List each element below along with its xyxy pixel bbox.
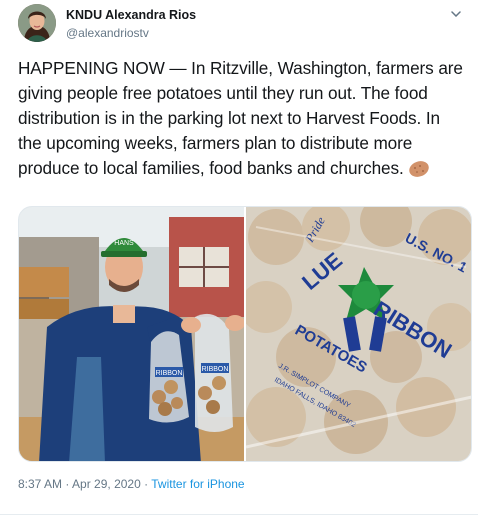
profile-photo-icon [18, 4, 56, 42]
tweet-body: HAPPENING NOW — In Ritzville, Washington… [18, 58, 463, 178]
bag-brand-text-left: RIBBON [156, 370, 183, 377]
bag-brand-text-right: RIBBON [202, 366, 229, 373]
farmer-holding-potato-bags-photo-icon: HANS RIBBON RIBBON [19, 207, 244, 461]
author-display-name[interactable]: KNDU Alexandra Rios [66, 8, 196, 22]
meta-separator: · [65, 477, 70, 491]
tweet-meta: 8:37 AM · Apr 29, 2020 · Twitter for iPh… [18, 476, 245, 492]
tweet-time[interactable]: 8:37 AM [18, 477, 62, 491]
tweet-options-button[interactable] [448, 6, 464, 22]
cap-text: HANS [114, 240, 134, 247]
tweet-text: HAPPENING NOW — In Ritzville, Washington… [18, 56, 468, 185]
photo-farmer[interactable]: HANS RIBBON RIBBON [19, 207, 244, 461]
photo-potato-sack[interactable]: U.S. NO. 1 Pride LUE RIBBON POTATOES J.R… [246, 207, 471, 461]
author-avatar[interactable] [18, 4, 56, 42]
author-handle[interactable]: @alexandriostv [66, 25, 196, 41]
media-grid: HANS RIBBON RIBBON U.S. NO. 1 Pride LUE … [18, 206, 472, 462]
blue-ribbon-potato-sack-photo-icon: U.S. NO. 1 Pride LUE RIBBON POTATOES J.R… [246, 207, 471, 461]
author-names: KNDU Alexandra Rios @alexandriostv [66, 8, 196, 41]
tweet-source-link[interactable]: Twitter for iPhone [151, 477, 244, 491]
potato-emoji-icon [408, 160, 430, 185]
tweet-date[interactable]: Apr 29, 2020 [72, 477, 141, 491]
meta-separator-2: · [144, 477, 149, 491]
tweet-card: KNDU Alexandra Rios @alexandriostv HAPPE… [0, 0, 478, 515]
chevron-down-icon [451, 11, 461, 17]
